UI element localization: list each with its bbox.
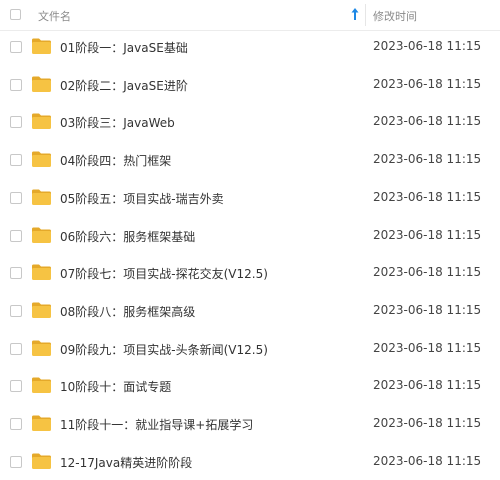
file-row[interactable]: 02阶段二：JavaSE进阶 2023-06-18 11:15 [0, 67, 500, 103]
file-name[interactable]: 07阶段七：项目实战-探花交友(V12.5) [60, 265, 268, 282]
folder-icon [32, 415, 51, 431]
row-checkbox[interactable] [10, 116, 22, 129]
row-checkbox[interactable] [10, 380, 22, 393]
file-row[interactable]: 09阶段九：项目实战-头条新闻(V12.5) 2023-06-18 11:15 [0, 331, 500, 367]
row-checkbox[interactable] [10, 191, 22, 204]
file-name[interactable]: 03阶段三：JavaWeb [60, 114, 175, 131]
file-row[interactable]: 05阶段五：项目实战-瑞吉外卖 2023-06-18 11:15 [0, 180, 500, 216]
file-row[interactable]: 07阶段七：项目实战-探花交友(V12.5) 2023-06-18 11:15 [0, 255, 500, 291]
modified-time: 2023-06-18 11:15 [373, 39, 482, 53]
modified-time: 2023-06-18 11:15 [373, 189, 482, 204]
file-row[interactable]: 04阶段四：热门框架 2023-06-18 11:15 [0, 142, 500, 178]
row-checkbox[interactable] [10, 455, 22, 468]
folder-icon [32, 340, 51, 356]
file-row[interactable]: 08阶段八：服务框架高级 2023-06-18 11:15 [0, 293, 500, 329]
row-checkbox[interactable] [10, 41, 22, 53]
file-name[interactable]: 02阶段二：JavaSE进阶 [60, 77, 188, 94]
arrow-up-icon[interactable] [350, 7, 360, 21]
file-name[interactable]: 11阶段十一：就业指导课+拓展学习 [60, 416, 253, 433]
folder-icon [32, 113, 51, 130]
row-checkbox[interactable] [10, 154, 22, 167]
file-row[interactable]: 12-17Java精英进阶阶段 2023-06-18 11:15 [0, 444, 500, 480]
file-name[interactable]: 06阶段六：服务框架基础 [60, 228, 195, 245]
row-checkbox[interactable] [10, 418, 22, 430]
folder-icon [32, 302, 51, 318]
file-name[interactable]: 10阶段十：面试专题 [60, 378, 171, 395]
modified-time: 2023-06-18 11:15 [373, 227, 482, 242]
modified-time: 2023-06-18 11:15 [373, 114, 482, 129]
file-row[interactable]: 03阶段三：JavaWeb 2023-06-18 11:15 [0, 104, 500, 140]
file-row[interactable]: 11阶段十一：就业指导课+拓展学习 2023-06-18 11:15 [0, 406, 500, 442]
folder-icon [32, 38, 51, 54]
folder-icon [32, 76, 51, 92]
file-name[interactable]: 08阶段八：服务框架高级 [60, 303, 195, 320]
column-header-modified-time[interactable]: 修改时间 [373, 8, 417, 24]
file-name[interactable]: 04阶段四：热门框架 [60, 152, 171, 169]
select-all-checkbox[interactable] [10, 9, 21, 20]
row-checkbox[interactable] [10, 267, 22, 280]
modified-time: 2023-06-18 11:15 [373, 152, 482, 167]
modified-time: 2023-06-18 11:15 [373, 76, 482, 91]
folder-icon [32, 189, 51, 205]
modified-time: 2023-06-18 11:15 [373, 378, 482, 393]
modified-time: 2023-06-18 11:15 [373, 265, 482, 280]
column-divider[interactable] [365, 4, 366, 26]
row-checkbox[interactable] [10, 78, 22, 91]
column-header-name[interactable]: 文件名 [38, 8, 71, 24]
file-name[interactable]: 09阶段九：项目实战-头条新闻(V12.5) [60, 341, 268, 358]
folder-icon [32, 264, 51, 281]
folder-icon [32, 227, 51, 243]
file-name[interactable]: 01阶段一：JavaSE基础 [60, 39, 188, 56]
file-name[interactable]: 05阶段五：项目实战-瑞吉外卖 [60, 190, 224, 207]
modified-time: 2023-06-18 11:15 [373, 340, 482, 355]
file-row[interactable]: 01阶段一：JavaSE基础 2023-06-18 11:15 [0, 29, 500, 65]
file-name[interactable]: 12-17Java精英进阶阶段 [60, 454, 192, 471]
file-list-header: 文件名 修改时间 [0, 0, 500, 31]
file-row[interactable]: 06阶段六：服务框架基础 2023-06-18 11:15 [0, 218, 500, 254]
row-checkbox[interactable] [10, 229, 22, 242]
modified-time: 2023-06-18 11:15 [373, 416, 482, 430]
folder-icon [32, 151, 51, 168]
folder-icon [32, 453, 51, 469]
row-checkbox[interactable] [10, 342, 22, 355]
row-checkbox[interactable] [10, 304, 22, 317]
folder-icon [32, 377, 51, 394]
modified-time: 2023-06-18 11:15 [373, 453, 482, 468]
file-row[interactable]: 10阶段十：面试专题 2023-06-18 11:15 [0, 368, 500, 404]
file-list: 文件名 修改时间 01阶段一：JavaSE基础 2023-06-18 11:15 0… [0, 0, 500, 480]
modified-time: 2023-06-18 11:15 [373, 302, 482, 317]
